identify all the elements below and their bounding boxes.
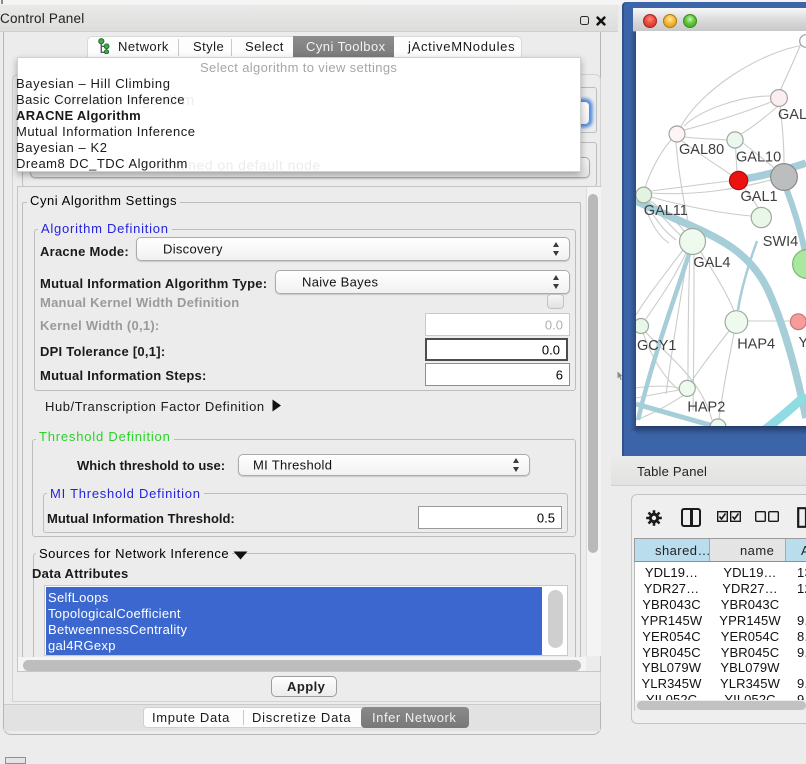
svg-text:GAL4: GAL4 xyxy=(693,255,730,271)
svg-text:GAL10: GAL10 xyxy=(736,150,781,166)
svg-text:GAL1: GAL1 xyxy=(741,189,778,205)
svg-text:SWI4: SWI4 xyxy=(763,234,798,250)
svg-text:HAP2: HAP2 xyxy=(687,400,725,416)
svg-text:GCY1: GCY1 xyxy=(637,338,677,354)
svg-text:GAL80: GAL80 xyxy=(679,142,724,158)
svg-text:HAP4: HAP4 xyxy=(737,337,775,353)
svg-text:GAL: GAL xyxy=(778,107,806,123)
svg-text:GAL11: GAL11 xyxy=(644,203,688,219)
svg-text:Y: Y xyxy=(799,335,806,351)
